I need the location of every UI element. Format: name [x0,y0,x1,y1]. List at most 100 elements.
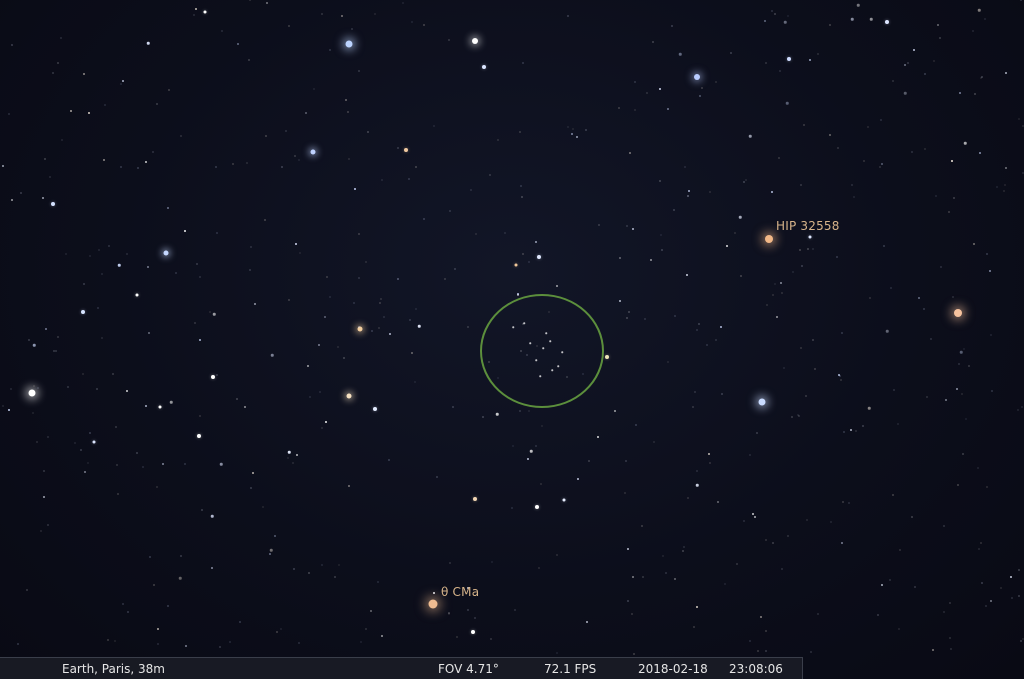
faint-star [780,282,782,284]
star[interactable] [345,40,353,48]
star[interactable] [537,255,541,259]
faint-star [321,564,323,566]
star[interactable] [373,407,377,411]
faint-star [358,326,360,328]
star[interactable] [28,389,36,397]
faint-star [114,640,116,642]
faint-star [869,297,871,299]
faint-star [348,485,350,487]
faint-star [254,303,256,305]
star[interactable] [404,148,408,152]
faint-star [49,176,51,178]
faint-star [1020,640,1022,642]
star[interactable] [473,497,477,501]
star[interactable] [310,149,316,155]
faint-star [32,412,34,414]
star[interactable] [694,74,700,80]
faint-star [180,135,182,137]
star[interactable] [471,630,475,634]
faint-star [883,245,885,247]
faint-star [276,631,278,633]
star[interactable] [562,498,566,502]
faint-star [61,139,63,141]
star[interactable] [51,202,55,206]
star[interactable] [758,398,766,406]
faint-star [817,613,819,615]
faint-star [837,147,839,149]
faint-star [88,112,90,114]
faint-star [892,494,894,496]
faint-star [957,484,959,486]
faint-star [216,232,218,234]
faint-star [812,339,814,341]
faint-star [981,582,983,584]
faint-star [787,15,789,17]
faint-star [774,13,776,15]
faint-star [519,410,521,412]
faint-star [324,316,326,318]
faint-star [684,166,686,168]
faint-star [244,406,246,408]
star[interactable] [135,293,139,297]
faint-star [101,273,103,275]
star[interactable] [203,10,207,14]
faint-star [740,275,742,277]
faint-star [783,367,785,369]
star[interactable] [765,235,773,243]
faint-star [556,285,558,287]
star[interactable] [197,434,201,438]
faint-star [701,87,703,89]
faint-star [948,211,950,213]
star[interactable] [605,355,609,359]
date-text: 2018-02-18 [638,662,708,676]
faint-star [781,568,783,570]
star[interactable] [954,309,962,317]
faint-star [619,257,621,259]
faint-star [963,141,967,145]
star[interactable] [163,250,169,256]
star[interactable] [514,263,518,267]
faint-star [836,256,838,258]
faint-star [449,562,451,564]
faint-star [933,60,935,62]
faint-star [371,330,373,332]
star[interactable] [472,38,478,44]
faint-star [26,589,28,591]
faint-star [990,600,992,602]
faint-star [682,550,684,552]
star[interactable] [211,375,215,379]
faint-star [52,72,54,74]
faint-star [415,166,417,168]
star[interactable] [158,405,162,409]
star[interactable] [92,440,96,444]
faint-star [956,388,958,390]
faint-star [370,610,372,612]
faint-star [37,387,39,389]
faint-star [810,651,812,653]
faint-star [2,405,4,407]
star[interactable] [885,20,889,24]
star[interactable] [535,505,539,509]
faint-star [765,62,767,64]
star[interactable] [428,599,438,609]
star[interactable] [808,235,812,239]
star[interactable] [346,393,352,399]
faint-star [659,88,661,90]
star-label-hip-32558[interactable]: HIP 32558 [776,219,840,233]
star[interactable] [81,310,85,314]
star[interactable] [482,65,486,69]
faint-star [521,196,523,198]
faint-star [112,373,114,375]
star[interactable] [787,57,791,61]
star-label-theta-cma[interactable]: θ CMa [441,585,479,599]
faint-star [633,653,635,655]
faint-star [211,567,213,569]
faint-star [262,506,264,508]
faint-star [57,62,59,64]
faint-star [374,13,376,15]
faint-star [409,319,411,321]
faint-star [120,83,122,85]
faint-star [517,294,519,296]
faint-star [296,454,298,456]
faint-star [977,8,981,12]
